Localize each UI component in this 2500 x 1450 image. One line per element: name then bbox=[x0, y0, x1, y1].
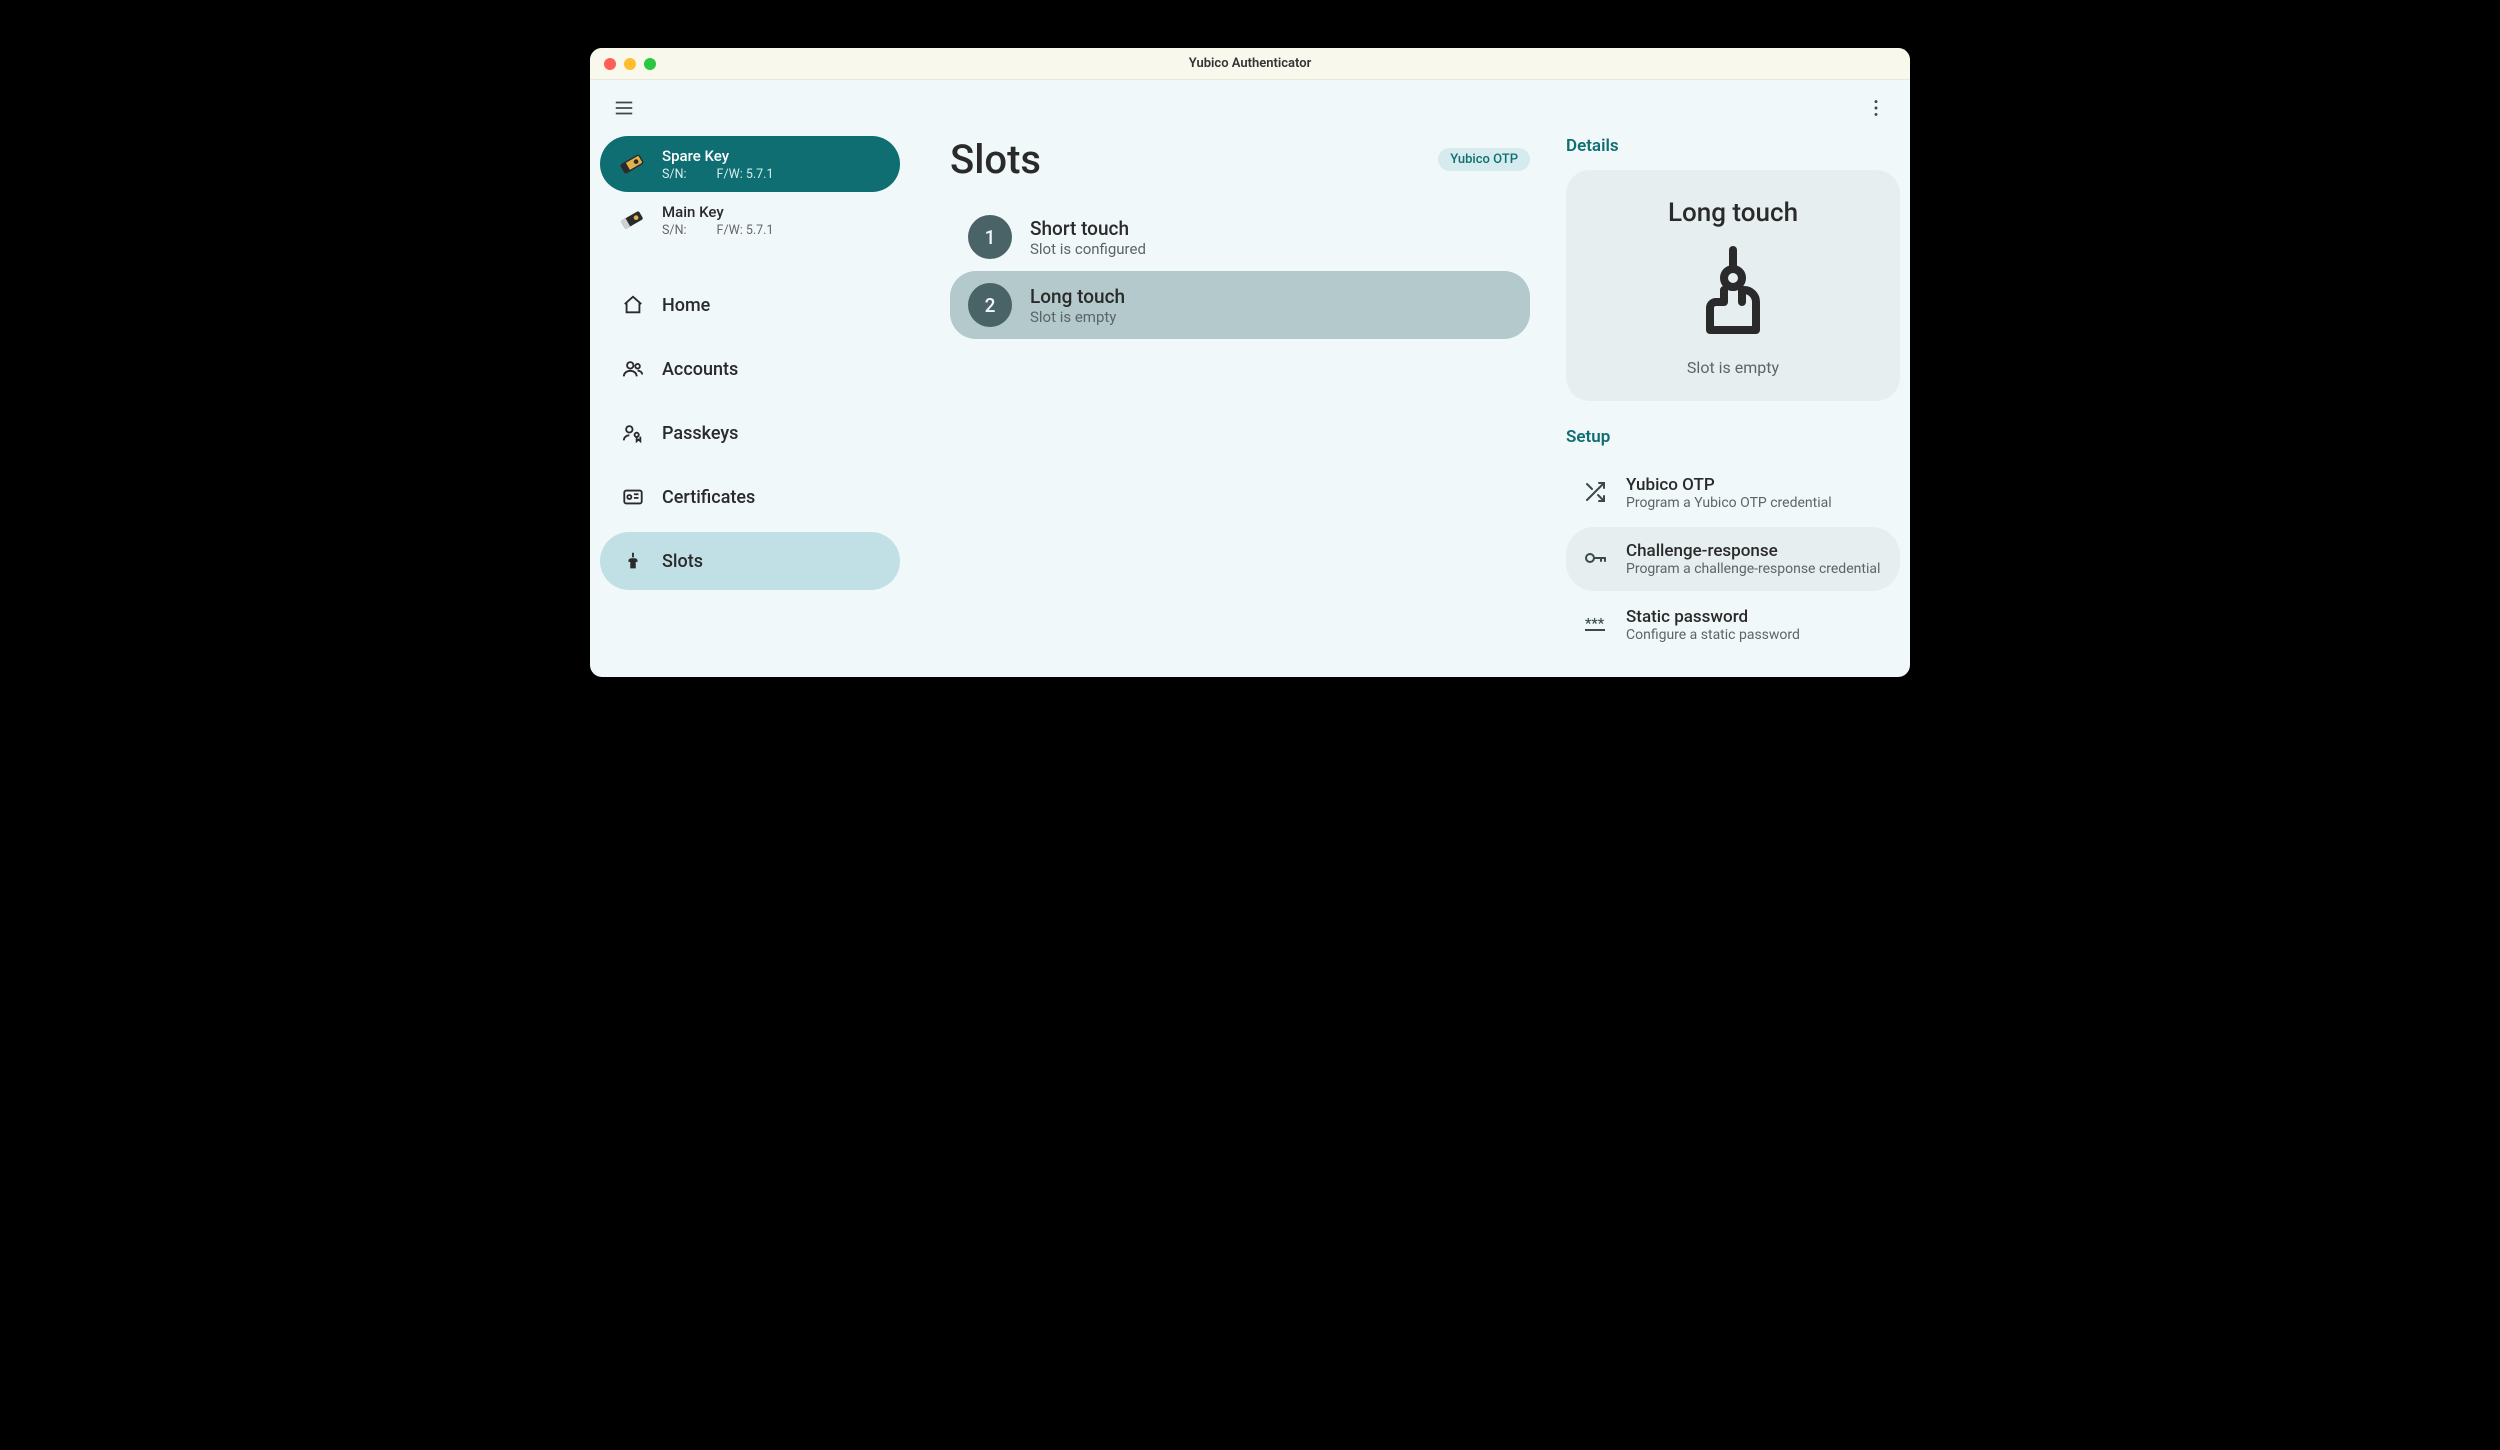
nav-label: Accounts bbox=[662, 359, 738, 380]
app-window: Yubico Authenticator Spare Key S/N: F/W:… bbox=[590, 48, 1910, 677]
detail-card: Long touch Slot is empty bbox=[1566, 170, 1900, 401]
certificates-icon bbox=[622, 486, 644, 508]
sidebar: Spare Key S/N: F/W: 5.7.1 Main Key S/N: … bbox=[590, 136, 910, 677]
setup-desc: Program a Yubico OTP credential bbox=[1626, 495, 1832, 511]
detail-status: Slot is empty bbox=[1586, 358, 1880, 377]
setup-item-challenge-response[interactable]: Challenge-response Program a challenge-r… bbox=[1566, 527, 1900, 591]
device-info: Spare Key S/N: F/W: 5.7.1 bbox=[662, 147, 882, 182]
device-name: Spare Key bbox=[662, 147, 882, 165]
setup-text: Challenge-response Program a challenge-r… bbox=[1626, 541, 1880, 577]
more-vertical-icon bbox=[1865, 97, 1887, 119]
content-area: Spare Key S/N: F/W: 5.7.1 Main Key S/N: … bbox=[590, 136, 1910, 677]
touch-icon bbox=[1586, 244, 1880, 344]
nav-label: Home bbox=[662, 295, 710, 316]
slots-icon bbox=[622, 550, 644, 572]
nav-item-accounts[interactable]: Accounts bbox=[600, 340, 900, 398]
slot-row-2[interactable]: 2 Long touch Slot is empty bbox=[950, 271, 1530, 339]
nav-item-certificates[interactable]: Certificates bbox=[600, 468, 900, 526]
shuffle-icon bbox=[1582, 479, 1608, 505]
page-title: Slots bbox=[950, 136, 1041, 183]
device-item-spare-key[interactable]: Spare Key S/N: F/W: 5.7.1 bbox=[600, 136, 900, 192]
setup-name: Static password bbox=[1626, 607, 1800, 627]
main-panel: Slots Yubico OTP 1 Short touch Slot is c… bbox=[910, 136, 1550, 677]
titlebar: Yubico Authenticator bbox=[590, 48, 1910, 80]
device-fw: F/W: 5.7.1 bbox=[717, 167, 774, 182]
detail-title: Long touch bbox=[1586, 198, 1880, 228]
setup-name: Challenge-response bbox=[1626, 541, 1880, 561]
protocol-chip[interactable]: Yubico OTP bbox=[1438, 148, 1530, 171]
slot-status: Slot is empty bbox=[1030, 308, 1125, 326]
accounts-icon bbox=[622, 358, 644, 380]
device-sn: S/N: bbox=[662, 167, 687, 182]
minimize-window-button[interactable] bbox=[624, 58, 636, 70]
nav-item-slots[interactable]: Slots bbox=[600, 532, 900, 590]
main-header: Slots Yubico OTP bbox=[950, 136, 1530, 183]
nav: Home Accounts Passkeys bbox=[600, 276, 900, 590]
device-name: Main Key bbox=[662, 203, 882, 221]
more-options-button[interactable] bbox=[1856, 88, 1896, 128]
setup-heading: Setup bbox=[1566, 427, 1900, 447]
setup-text: Static password Configure a static passw… bbox=[1626, 607, 1800, 643]
slot-text: Long touch Slot is empty bbox=[1030, 285, 1125, 326]
nav-item-home[interactable]: Home bbox=[600, 276, 900, 334]
passkeys-icon bbox=[622, 422, 644, 444]
traffic-lights bbox=[604, 58, 656, 70]
hamburger-icon bbox=[613, 97, 635, 119]
details-heading: Details bbox=[1566, 136, 1900, 156]
yubikey-icon bbox=[614, 202, 650, 238]
fullscreen-window-button[interactable] bbox=[644, 58, 656, 70]
setup-item-static-password[interactable]: *** Static password Configure a static p… bbox=[1566, 593, 1900, 657]
toolbar bbox=[590, 80, 1910, 136]
slot-name: Long touch bbox=[1030, 285, 1125, 308]
hamburger-menu-button[interactable] bbox=[604, 88, 644, 128]
setup-desc: Program a challenge-response credential bbox=[1626, 561, 1880, 577]
setup-text: Yubico OTP Program a Yubico OTP credenti… bbox=[1626, 475, 1832, 511]
slot-name: Short touch bbox=[1030, 217, 1146, 240]
device-sn: S/N: bbox=[662, 223, 687, 238]
nav-item-passkeys[interactable]: Passkeys bbox=[600, 404, 900, 462]
window-title: Yubico Authenticator bbox=[1189, 56, 1312, 71]
slot-row-1[interactable]: 1 Short touch Slot is configured bbox=[950, 203, 1530, 271]
setup-desc: Configure a static password bbox=[1626, 627, 1800, 643]
device-meta: S/N: F/W: 5.7.1 bbox=[662, 223, 882, 238]
setup-item-yubico-otp[interactable]: Yubico OTP Program a Yubico OTP credenti… bbox=[1566, 461, 1900, 525]
device-fw: F/W: 5.7.1 bbox=[717, 223, 774, 238]
slot-number-badge: 1 bbox=[968, 215, 1012, 259]
slot-text: Short touch Slot is configured bbox=[1030, 217, 1146, 258]
slot-status: Slot is configured bbox=[1030, 240, 1146, 258]
device-meta: S/N: F/W: 5.7.1 bbox=[662, 167, 882, 182]
device-info: Main Key S/N: F/W: 5.7.1 bbox=[662, 203, 882, 238]
device-item-main-key[interactable]: Main Key S/N: F/W: 5.7.1 bbox=[600, 192, 900, 248]
close-window-button[interactable] bbox=[604, 58, 616, 70]
nav-label: Passkeys bbox=[662, 423, 738, 444]
nav-label: Certificates bbox=[662, 487, 755, 508]
details-panel: Details Long touch Slot is empty Setup bbox=[1550, 136, 1910, 677]
home-icon bbox=[622, 294, 644, 316]
slot-number-badge: 2 bbox=[968, 283, 1012, 327]
nav-label: Slots bbox=[662, 551, 703, 572]
asterisks-icon: *** bbox=[1582, 611, 1608, 637]
setup-name: Yubico OTP bbox=[1626, 475, 1832, 495]
key-icon bbox=[1582, 545, 1608, 571]
setup-list: Yubico OTP Program a Yubico OTP credenti… bbox=[1566, 461, 1900, 657]
yubikey-icon bbox=[614, 146, 650, 182]
